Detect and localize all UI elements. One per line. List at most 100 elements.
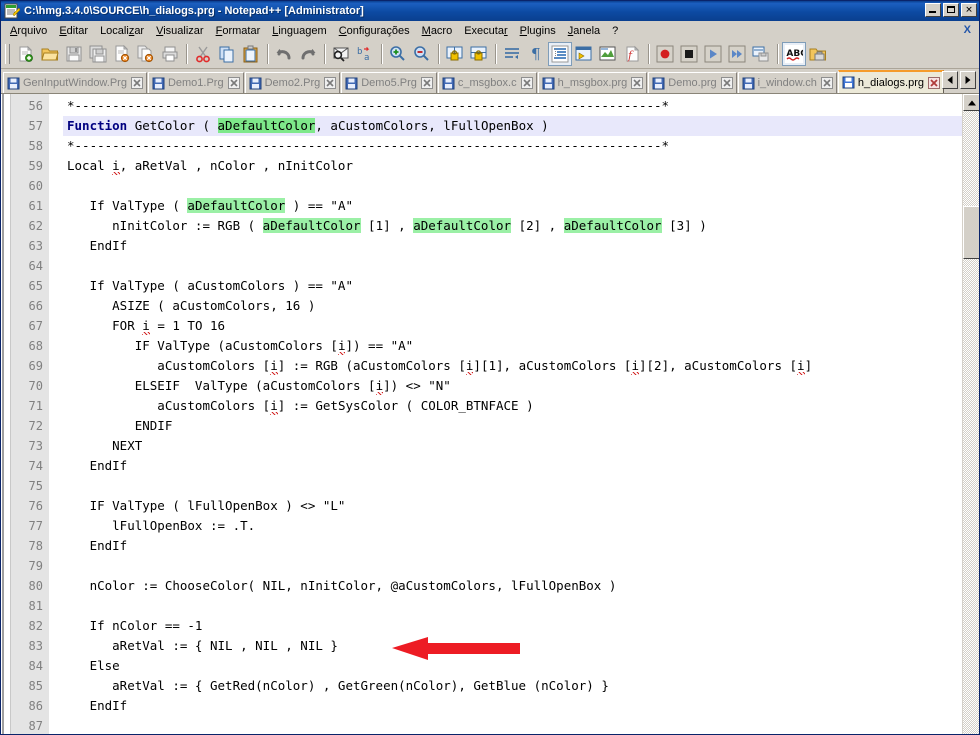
new-file-icon[interactable]	[14, 42, 38, 66]
code-line-66[interactable]: ASIZE ( aCustomColors, 16 )	[63, 296, 979, 316]
code-line-86[interactable]: EndIf	[63, 696, 979, 716]
code-line-73[interactable]: NEXT	[63, 436, 979, 456]
code-line-75[interactable]	[63, 476, 979, 496]
code-line-74[interactable]: EndIf	[63, 456, 979, 476]
code-line-67[interactable]: FOR i = 1 TO 16	[63, 316, 979, 336]
tab-close-icon[interactable]	[820, 77, 833, 89]
code-line-76[interactable]: IF ValType ( lFullOpenBox ) <> "L"	[63, 496, 979, 516]
copy-icon[interactable]	[215, 42, 239, 66]
menu-macro[interactable]: Macro	[416, 23, 459, 39]
code-line-78[interactable]: EndIf	[63, 536, 979, 556]
fold-margin[interactable]	[49, 94, 63, 734]
code-line-84[interactable]: Else	[63, 656, 979, 676]
code-line-63[interactable]: EndIf	[63, 236, 979, 256]
menu-editar[interactable]: Editar	[53, 23, 94, 39]
vertical-scrollbar-thumb[interactable]	[963, 206, 979, 259]
code-line-82[interactable]: If nColor == -1	[63, 616, 979, 636]
editor-area[interactable]: 56 57 58 59 60 61 62 63 64 65 66 67 68 6…	[1, 94, 979, 734]
paste-icon[interactable]	[239, 42, 263, 66]
zoom-in-icon[interactable]	[386, 42, 410, 66]
tab-close-icon[interactable]	[520, 77, 533, 89]
code-line-64[interactable]	[63, 256, 979, 276]
close-file-icon[interactable]	[110, 42, 134, 66]
record-macro-icon[interactable]	[653, 42, 677, 66]
close-all-icon[interactable]	[134, 42, 158, 66]
undo-icon[interactable]	[272, 42, 296, 66]
code-line-65[interactable]: If ValType ( aCustomColors ) == "A"	[63, 276, 979, 296]
menu-localizar[interactable]: Localizar	[94, 23, 150, 39]
menu-plugins[interactable]: Plugins	[514, 23, 562, 39]
tab-close-icon[interactable]	[631, 77, 644, 89]
code-line-80[interactable]: nColor := ChooseColor( NIL, nInitColor, …	[63, 576, 979, 596]
close-button[interactable]: ✕	[961, 3, 977, 17]
menu-help[interactable]: ?	[606, 23, 624, 39]
tab-demo2-prg[interactable]: Demo2.Prg	[244, 72, 341, 93]
code-line-83[interactable]: aRetVal := { NIL , NIL , NIL }	[63, 636, 979, 656]
code-line-81[interactable]	[63, 596, 979, 616]
redo-icon[interactable]	[296, 42, 320, 66]
zoom-out-icon[interactable]	[410, 42, 434, 66]
menu-configuracoes[interactable]: Configurações	[333, 23, 416, 39]
code-line-60[interactable]	[63, 176, 979, 196]
menu-visualizar[interactable]: Visualizar	[150, 23, 210, 39]
code-line-57[interactable]: Function GetColor ( aDefaultColor, aCust…	[63, 116, 979, 136]
code-line-68[interactable]: IF ValType (aCustomColors [i]) == "A"	[63, 336, 979, 356]
show-indent-guide-icon[interactable]	[548, 42, 572, 66]
code-line-69[interactable]: aCustomColors [i] := RGB (aCustomColors …	[63, 356, 979, 376]
folder-run-icon[interactable]	[806, 42, 830, 66]
code-line-79[interactable]	[63, 556, 979, 576]
tab-close-icon[interactable]	[720, 77, 733, 89]
menu-linguagem[interactable]: Linguagem	[266, 23, 332, 39]
tab-close-icon[interactable]	[227, 77, 240, 89]
find-icon[interactable]	[329, 42, 353, 66]
scroll-up-button[interactable]	[963, 94, 979, 111]
minimize-button[interactable]	[925, 3, 941, 17]
tab-i-window-ch[interactable]: i_window.ch	[737, 72, 837, 93]
code-line-59[interactable]: Local i, aRetVal , nColor , nInitColor	[63, 156, 979, 176]
tab-close-icon[interactable]	[927, 76, 940, 89]
stop-macro-icon[interactable]	[677, 42, 701, 66]
menu-arquivo[interactable]: Arquivo	[4, 23, 53, 39]
tab-demo5-prg[interactable]: Demo5.Prg	[341, 72, 437, 93]
tab-c-msgbox-c[interactable]: c_msgbox.c	[437, 72, 537, 93]
menu-executar[interactable]: Executar	[458, 23, 513, 39]
maximize-button[interactable]	[943, 3, 959, 17]
document-map-icon[interactable]	[596, 42, 620, 66]
menu-formatar[interactable]: Formatar	[210, 23, 267, 39]
user-defined-dialog-icon[interactable]	[572, 42, 596, 66]
code-line-77[interactable]: lFullOpenBox := .T.	[63, 516, 979, 536]
word-wrap-icon[interactable]	[500, 42, 524, 66]
tab-close-icon[interactable]	[324, 77, 337, 89]
replace-icon[interactable]: b a	[353, 42, 377, 66]
save-all-icon[interactable]	[86, 42, 110, 66]
tab-close-icon[interactable]	[420, 77, 433, 89]
tab-scroll-right-button[interactable]	[960, 71, 976, 89]
code-line-71[interactable]: aCustomColors [i] := GetSysColor ( COLOR…	[63, 396, 979, 416]
code-text-area[interactable]: *---------------------------------------…	[63, 94, 979, 734]
sync-vertical-icon[interactable]	[443, 42, 467, 66]
tab-h-dialogs-prg[interactable]: h_dialogs.prg	[837, 70, 944, 93]
run-macro-multiple-icon[interactable]	[725, 42, 749, 66]
open-file-icon[interactable]	[38, 42, 62, 66]
tab-h-msgbox-prg[interactable]: h_msgbox.prg	[537, 72, 648, 93]
vertical-scrollbar[interactable]	[962, 94, 979, 734]
code-line-85[interactable]: aRetVal := { GetRed(nColor) , GetGreen(n…	[63, 676, 979, 696]
show-all-chars-icon[interactable]: ¶	[524, 42, 548, 66]
tab-demo1-prg[interactable]: Demo1.Prg	[147, 72, 244, 93]
function-list-icon[interactable]: f	[620, 42, 644, 66]
print-icon[interactable]	[158, 42, 182, 66]
tab-geninputwindow-prg[interactable]: GenInputWindow.Prg	[3, 72, 147, 93]
save-macro-icon[interactable]	[749, 42, 773, 66]
close-document-icon[interactable]: X	[964, 24, 971, 36]
play-macro-icon[interactable]	[701, 42, 725, 66]
save-icon[interactable]	[62, 42, 86, 66]
code-line-87[interactable]	[63, 716, 979, 734]
menu-janela[interactable]: Janela	[562, 23, 606, 39]
code-line-72[interactable]: ENDIF	[63, 416, 979, 436]
code-line-56[interactable]: *---------------------------------------…	[63, 96, 979, 116]
code-line-58[interactable]: *---------------------------------------…	[63, 136, 979, 156]
code-line-62[interactable]: nInitColor := RGB ( aDefaultColor [1] , …	[63, 216, 979, 236]
code-line-70[interactable]: ELSEIF ValType (aCustomColors [i]) <> "N…	[63, 376, 979, 396]
tab-scroll-left-button[interactable]	[942, 71, 958, 89]
tab-demo-prg[interactable]: Demo.prg	[648, 72, 737, 93]
